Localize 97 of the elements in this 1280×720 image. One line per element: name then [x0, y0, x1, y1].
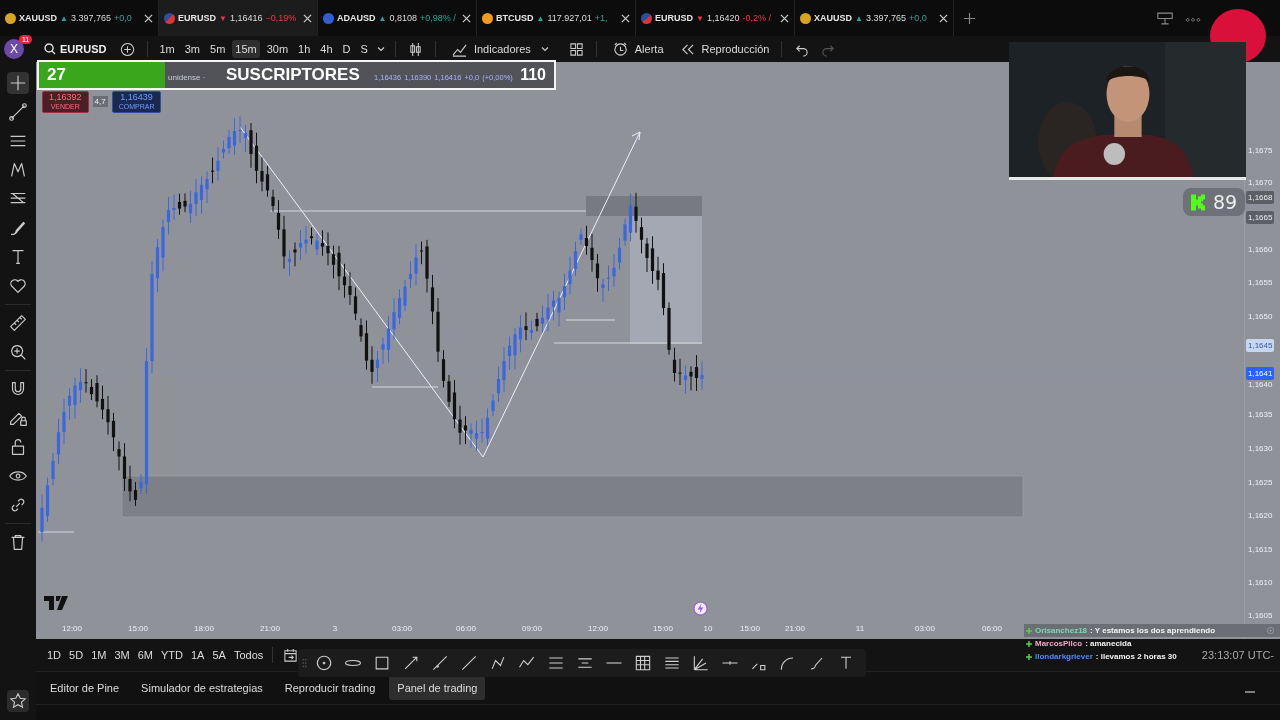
interval-button[interactable]: 5m	[207, 40, 229, 58]
interval-button[interactable]: S	[357, 40, 371, 58]
alert-button[interactable]: Alerta	[604, 39, 668, 59]
price-label: 1,1650	[1248, 312, 1273, 321]
tab-change: +1,	[594, 13, 608, 23]
direction-arrow: ▼	[219, 13, 227, 23]
range-button[interactable]: 5A	[209, 647, 229, 664]
tab-price: 117.927,01	[547, 13, 592, 23]
subscriber-count: 27	[47, 65, 66, 85]
tab-change: −0,19%	[265, 13, 297, 23]
tab-price: 1,16416	[229, 13, 263, 23]
tab-symbol: EURUSD	[655, 13, 693, 23]
panel-tab[interactable]: Reproducir trading	[276, 676, 384, 701]
price-label: 1,1625	[1248, 478, 1273, 487]
tab-change: +0,0	[114, 13, 132, 23]
time-label: 10	[703, 624, 713, 634]
chat-message: : amanecida	[1085, 639, 1132, 648]
direction-arrow: ▲	[60, 13, 68, 23]
time-label: 15:00	[740, 624, 760, 634]
tab-price: 3.397,765	[865, 13, 906, 23]
tab-price: 0,8108	[389, 13, 417, 23]
tab-change: -0,2% /	[742, 13, 771, 23]
interval-button[interactable]: 1m	[156, 40, 178, 58]
goal-label: SUSCRIPTORES	[225, 65, 360, 85]
price-label: 1,1610	[1248, 578, 1273, 587]
goal-target: 110	[520, 66, 546, 84]
time-label: 12:00	[588, 624, 608, 634]
time-label: 3	[332, 624, 338, 634]
tab-symbol: EURUSD	[178, 13, 216, 23]
range-button[interactable]: 1D	[44, 647, 65, 664]
tab-symbol: BTCUSD	[496, 13, 534, 23]
spread-value: 4,7	[92, 96, 108, 108]
interval-button[interactable]: 30m	[263, 40, 292, 58]
symbol-tab[interactable]: EURUSD ▼ 1,16416 −0,19%	[159, 0, 318, 36]
range-button[interactable]: 1M	[88, 647, 110, 664]
price-label: 1,1660	[1248, 245, 1273, 254]
chat-username: Orisanchez18	[1035, 626, 1088, 635]
price-tag: 1,1641	[1246, 367, 1275, 380]
panel-tab[interactable]: Panel de trading	[389, 676, 486, 701]
interval-button[interactable]: 4h	[317, 40, 336, 58]
time-label: 21:00	[785, 624, 805, 634]
price-label: 1,1640	[1248, 380, 1273, 389]
time-label: 12:00	[62, 624, 82, 634]
price-label: 1,1615	[1248, 545, 1273, 554]
time-label: 03:00	[392, 624, 412, 634]
time-label: 09:00	[522, 624, 542, 634]
direction-arrow: ▲	[855, 13, 863, 23]
price-label: 1,1605	[1248, 611, 1273, 620]
interval-button[interactable]: D	[339, 40, 354, 58]
time-label: 18:00	[194, 624, 214, 634]
price-label: 1,1675	[1248, 146, 1273, 155]
time-label: 15:00	[653, 624, 673, 634]
tab-symbol: ADAUSD	[337, 13, 376, 23]
chat-message: : llevamos 2 horas 30	[1095, 652, 1177, 661]
price-label: 1,1635	[1248, 410, 1273, 419]
price-tag: 1,1668	[1246, 191, 1275, 204]
interval-button[interactable]: 1h	[295, 40, 314, 58]
direction-arrow: ▲	[536, 13, 545, 23]
chat-username: MarcosPilco	[1035, 639, 1083, 648]
replay-button[interactable]: Reproducción	[671, 39, 774, 59]
price-tag: 1,1665	[1246, 211, 1275, 224]
range-button[interactable]: 5D	[66, 647, 87, 664]
time-label: 11	[855, 624, 865, 634]
price-label: 1,1630	[1248, 444, 1273, 453]
tab-change: +0,0	[909, 13, 927, 23]
direction-arrow: ▼	[696, 13, 704, 23]
direction-arrow: ▲	[378, 13, 387, 23]
tab-symbol: XAUUSD	[19, 13, 57, 23]
interval-button[interactable]: 3m	[181, 40, 203, 58]
time-label: 03:00	[915, 624, 935, 634]
tab-symbol: XAUUSD	[814, 13, 852, 23]
legend-text: unidense ·	[168, 73, 206, 82]
time-label: 06:00	[456, 624, 476, 634]
panel-tab[interactable]: Editor de Pine	[42, 676, 128, 701]
tab-change: +0,98% /	[419, 13, 456, 23]
range-button[interactable]: 1A	[187, 647, 208, 664]
chat-username: llondarkgriever	[1035, 652, 1093, 661]
indicators-button[interactable]: Indicadores	[443, 39, 535, 59]
panel-tab[interactable]: Simulador de estrategias	[133, 676, 271, 701]
viewer-count: 89	[1213, 191, 1238, 213]
price-label: 1,1620	[1248, 511, 1273, 520]
time-label: 06:00	[982, 624, 1002, 634]
range-button[interactable]: 6M	[134, 647, 156, 664]
price-tag: 1,1645	[1246, 339, 1275, 352]
range-button[interactable]: Todos	[230, 647, 267, 664]
time-label: 15:00	[128, 624, 148, 634]
symbol-search-button[interactable]: EURUSD	[38, 41, 113, 57]
price-label: 1,1655	[1248, 278, 1273, 287]
chat-message: : Y estamos los dos aprendiendo	[1090, 626, 1216, 635]
range-button[interactable]: 3M	[111, 647, 133, 664]
tab-price: 1,16420	[706, 13, 740, 23]
range-button[interactable]: YTD	[157, 647, 186, 664]
time-label: 21:00	[260, 624, 280, 634]
price-label: 1,1670	[1248, 178, 1273, 187]
clock-text: 23:13:07 UTC-	[1201, 649, 1274, 662]
tab-price: 3.397,765	[70, 13, 111, 23]
interval-button[interactable]: 15m	[232, 40, 260, 58]
